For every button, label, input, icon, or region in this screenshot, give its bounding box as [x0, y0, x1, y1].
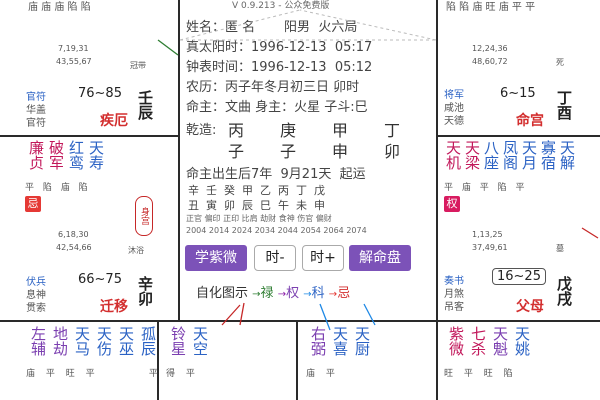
star-guchen: 孤辰 — [139, 326, 157, 356]
palace-stars: 紫微 七杀 天魁 天姚 — [442, 326, 531, 360]
palace-stars: 铃星 天空 — [164, 326, 209, 360]
palace-stars: 左辅 地劫 天马 天伤 天巫 孤辰 — [24, 326, 157, 360]
star-tianma: 天马 — [73, 326, 91, 356]
star-youbi: 右弼 — [309, 326, 327, 356]
palace-brightness: 庙 平 旺 平 平 — [26, 369, 158, 379]
star-tianshang: 天伤 — [95, 326, 113, 356]
star-tianyao: 天姚 — [513, 326, 531, 356]
star-tiankong: 天空 — [191, 326, 209, 356]
palace-brightness: 旺 平 旺 陷 — [444, 369, 513, 379]
star-tianchu: 天厨 — [353, 326, 371, 356]
star-tianwu: 天巫 — [117, 326, 135, 356]
palace-brightness: 庙 平 — [306, 369, 335, 379]
star-ziwei: 紫微 — [447, 326, 465, 356]
star-tiankui: 天魁 — [491, 326, 509, 356]
palace-stars: 右弼 天喜 天厨 — [304, 326, 371, 360]
palace-brightness: 得 平 — [166, 369, 195, 379]
star-zuofu: 左辅 — [29, 326, 47, 356]
star-lingxing: 铃星 — [169, 326, 187, 356]
star-dijie: 地劫 — [51, 326, 69, 356]
star-tianxi: 天喜 — [331, 326, 349, 356]
star-qisha: 七杀 — [469, 326, 487, 356]
